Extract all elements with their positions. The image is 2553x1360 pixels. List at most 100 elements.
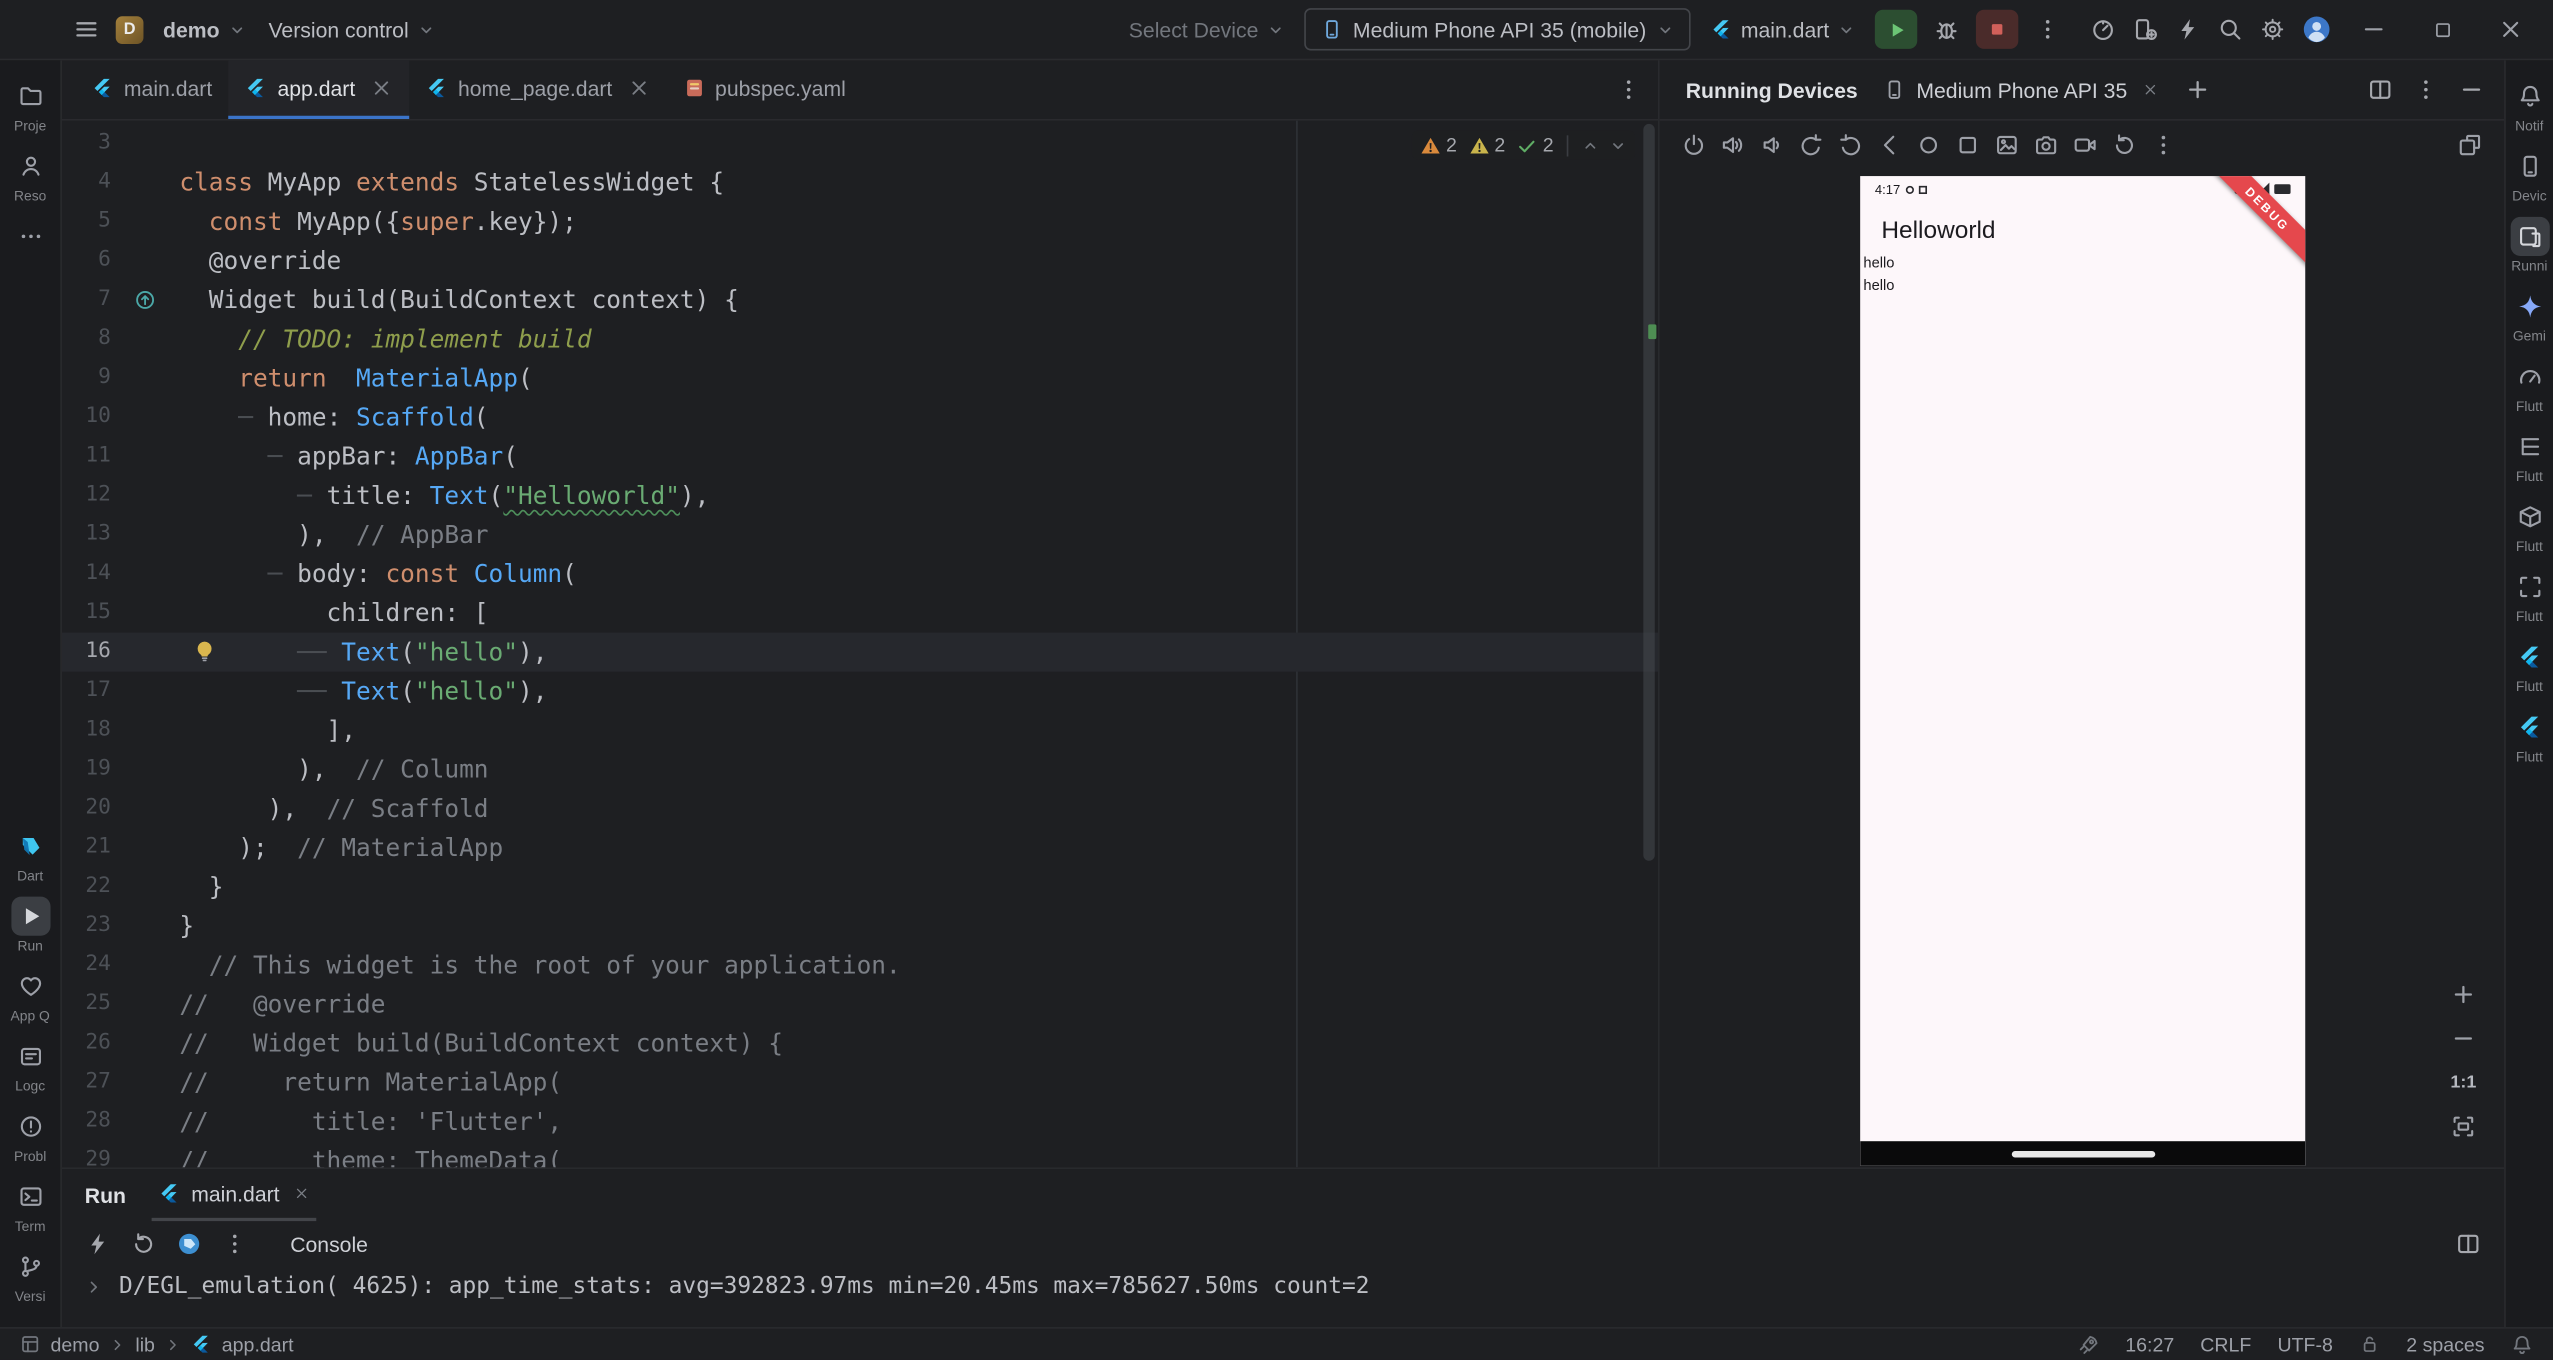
zoom-out-button[interactable] xyxy=(2449,1024,2478,1053)
override-marker-icon[interactable] xyxy=(134,289,157,312)
quick-fix-bulb-icon[interactable] xyxy=(192,639,216,663)
code-line-23[interactable]: 23} xyxy=(62,906,1658,945)
tool-stripe-item-reso[interactable]: Reso xyxy=(0,140,60,210)
tool-stripe-item-versi[interactable]: Versi xyxy=(0,1241,60,1311)
next-problem-icon[interactable] xyxy=(1609,136,1627,154)
editor-tab-main-dart[interactable]: main.dart xyxy=(75,60,229,119)
code-line-25[interactable]: 25// @override xyxy=(62,985,1658,1024)
video-button[interactable] xyxy=(2067,127,2103,163)
profiler-icon[interactable] xyxy=(2090,16,2116,42)
nav-back-button[interactable] xyxy=(1872,127,1908,163)
rotate-left-button[interactable] xyxy=(1793,127,1829,163)
code-line-6[interactable]: 6 @override xyxy=(62,241,1658,280)
tool-stripe-item-item[interactable] xyxy=(0,210,60,262)
inspections-widget[interactable]: 222 xyxy=(1412,130,1635,159)
breadcrumb-dir[interactable]: lib xyxy=(135,1333,155,1356)
tool-stripe-item-run[interactable]: Run xyxy=(0,890,60,960)
avatar[interactable] xyxy=(2302,15,2331,44)
file-encoding[interactable]: UTF-8 xyxy=(2277,1333,2332,1356)
tool-stripe-item-notif[interactable]: Notif xyxy=(2506,70,2553,140)
device-manager-icon[interactable] xyxy=(2132,16,2158,42)
code-line-19[interactable]: 19 ), // Column xyxy=(62,750,1658,789)
line-separator[interactable]: CRLF xyxy=(2200,1333,2251,1356)
code-line-16[interactable]: 16 ── Text("hello"), xyxy=(62,633,1658,672)
emulator-screen[interactable]: 4:17 3G Helloworld hello xyxy=(1860,176,2305,1166)
more-run-actions-icon[interactable] xyxy=(2035,16,2061,42)
code-line-12[interactable]: 12 ─ title: Text("Helloworld"), xyxy=(62,476,1658,515)
tool-stripe-item-flutt[interactable]: Flutt xyxy=(2506,631,2553,701)
console-options-icon[interactable] xyxy=(222,1231,248,1257)
maximize-button[interactable] xyxy=(2416,0,2468,60)
expand-icon[interactable] xyxy=(85,1277,103,1295)
tool-stripe-item-term[interactable]: Term xyxy=(0,1171,60,1241)
layout-settings-icon[interactable] xyxy=(2455,1231,2481,1257)
inspection-badge[interactable]: 2 xyxy=(1420,134,1457,157)
volume-down-button[interactable] xyxy=(1754,127,1790,163)
code-editor[interactable]: 34class MyApp extends StatelessWidget {5… xyxy=(62,121,1658,1168)
nav-home-button[interactable] xyxy=(1911,127,1947,163)
code-line-14[interactable]: 14 ─ body: const Column( xyxy=(62,554,1658,593)
reset-button[interactable] xyxy=(2106,127,2142,163)
tool-stripe-item-probl[interactable]: Probl xyxy=(0,1100,60,1170)
code-line-15[interactable]: 15 children: [ xyxy=(62,593,1658,632)
run-button[interactable] xyxy=(1875,10,1917,49)
editor-tab-home-page-dart[interactable]: home_page.dart xyxy=(409,60,666,119)
add-device-icon[interactable] xyxy=(2184,77,2210,103)
hot-reload-icon[interactable] xyxy=(85,1231,111,1257)
tool-stripe-item-flutt[interactable]: Flutt xyxy=(2506,561,2553,631)
code-line-11[interactable]: 11 ─ appBar: AppBar( xyxy=(62,437,1658,476)
code-line-10[interactable]: 10 ─ home: Scaffold( xyxy=(62,398,1658,437)
close-tab-icon[interactable] xyxy=(2142,82,2158,98)
code-line-8[interactable]: 8 // TODO: implement build xyxy=(62,320,1658,359)
notifications-icon[interactable] xyxy=(2511,1333,2534,1356)
code-line-22[interactable]: 22 } xyxy=(62,867,1658,906)
caret-position[interactable]: 16:27 xyxy=(2125,1333,2174,1356)
attach-button[interactable] xyxy=(2452,127,2488,163)
zoom-in-button[interactable] xyxy=(2449,980,2478,1009)
code-line-7[interactable]: 7 Widget build(BuildContext context) { xyxy=(62,280,1658,319)
close-tab-icon[interactable] xyxy=(627,77,650,100)
editor-tab-app-dart[interactable]: app.dart xyxy=(229,60,409,119)
run-tab[interactable]: main.dart xyxy=(152,1169,317,1221)
minimize-button[interactable] xyxy=(2348,0,2400,60)
code-line-13[interactable]: 13 ), // AppBar xyxy=(62,515,1658,554)
phone-nav-bar[interactable] xyxy=(1860,1141,2305,1165)
editor-tab-pubspec-yaml[interactable]: pubspec.yaml xyxy=(666,60,862,119)
tool-stripe-item-devic[interactable]: Devic xyxy=(2506,140,2553,210)
indent-setting[interactable]: 2 spaces xyxy=(2406,1333,2484,1356)
breadcrumb-file[interactable]: app.dart xyxy=(222,1333,294,1356)
prev-problem-icon[interactable] xyxy=(1581,136,1599,154)
code-line-27[interactable]: 27// return MaterialApp( xyxy=(62,1063,1658,1102)
editor-scrollbar[interactable] xyxy=(1643,124,1654,861)
close-tab-icon[interactable] xyxy=(294,1185,310,1201)
console-tab[interactable]: Console xyxy=(290,1232,368,1256)
code-line-28[interactable]: 28// title: 'Flutter', xyxy=(62,1102,1658,1141)
code-line-4[interactable]: 4class MyApp extends StatelessWidget { xyxy=(62,163,1658,202)
volume-up-button[interactable] xyxy=(1715,127,1751,163)
zoom-fit-button[interactable] xyxy=(2449,1112,2478,1141)
nav-handle[interactable] xyxy=(2011,1150,2154,1157)
tool-stripe-item-flutt[interactable]: Flutt xyxy=(2506,351,2553,421)
nav-overview-button[interactable] xyxy=(1950,127,1986,163)
stop-button[interactable] xyxy=(1976,10,2018,49)
device-selector[interactable]: Medium Phone API 35 (mobile) xyxy=(1304,8,1690,50)
select-device-dropdown[interactable]: Select Device xyxy=(1126,14,1288,45)
tool-stripe-item-app-q[interactable]: App Q xyxy=(0,960,60,1030)
split-view-icon[interactable] xyxy=(2367,77,2393,103)
app-process-icon[interactable] xyxy=(176,1231,202,1257)
code-line-26[interactable]: 26// Widget build(BuildContext context) … xyxy=(62,1024,1658,1063)
close-button[interactable] xyxy=(2485,0,2537,60)
kebab-button[interactable] xyxy=(2145,127,2181,163)
tool-stripe-item-flutt[interactable]: Flutt xyxy=(2506,421,2553,491)
rotate-right-button[interactable] xyxy=(1832,127,1868,163)
tool-stripe-item-flutt[interactable]: Flutt xyxy=(2506,701,2553,771)
code-line-29[interactable]: 29// theme: ThemeData( xyxy=(62,1141,1658,1167)
settings-icon[interactable] xyxy=(2260,16,2286,42)
project-selector[interactable]: demo xyxy=(160,14,249,45)
code-line-20[interactable]: 20 ), // Scaffold xyxy=(62,789,1658,828)
tool-stripe-item-flutt[interactable]: Flutt xyxy=(2506,491,2553,561)
code-line-9[interactable]: 9 return MaterialApp( xyxy=(62,359,1658,398)
screenshot-button[interactable] xyxy=(1989,127,2025,163)
zoom-reset-button[interactable]: 1:1 xyxy=(2449,1068,2478,1097)
camera-button[interactable] xyxy=(2028,127,2064,163)
